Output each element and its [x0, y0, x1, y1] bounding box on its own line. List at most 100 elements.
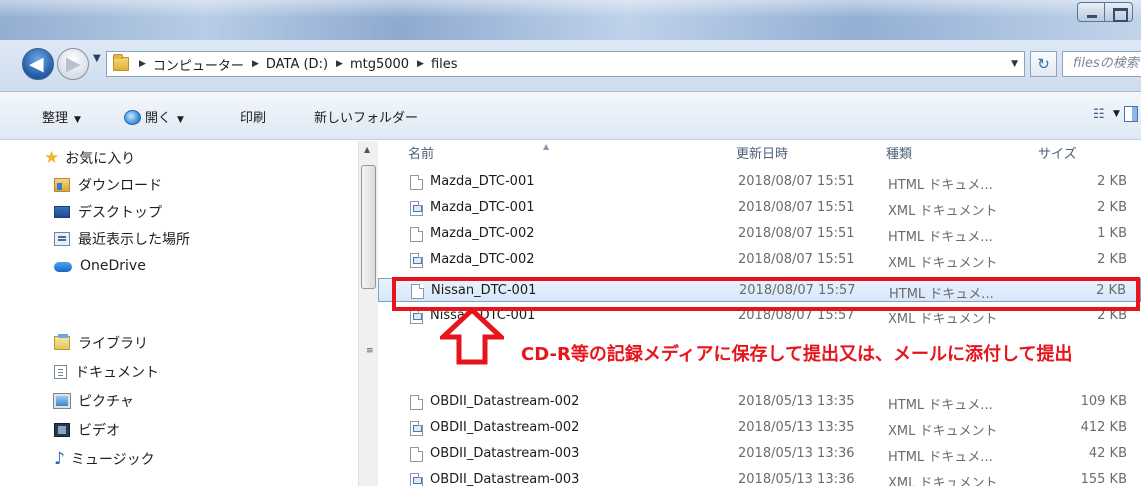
nav-documents[interactable]: ドキュメント: [54, 361, 159, 383]
sort-ascending-icon: ▲: [543, 142, 550, 151]
file-name: Mazda_DTC-002: [430, 252, 535, 267]
documents-icon: [54, 365, 67, 379]
refresh-button[interactable]: ↻: [1030, 51, 1057, 77]
print-button[interactable]: 印刷: [240, 107, 266, 126]
highlight-box: [392, 277, 1140, 311]
file-row[interactable]: Mazda_DTC-002 2018/08/07 15:51 XML ドキュメント 2…: [378, 248, 1141, 272]
libraries-icon: [54, 334, 70, 350]
file-name: OBDII_Datastream-003: [430, 446, 580, 461]
chevron-down-icon: ▼: [74, 115, 81, 125]
nav-downloads-label: ダウンロード: [78, 178, 162, 194]
column-header-type[interactable]: 種類: [886, 143, 912, 162]
file-date: 2018/08/07 15:51: [738, 252, 855, 267]
file-type: HTML ドキュメ...: [888, 178, 993, 193]
scroll-up-icon[interactable]: ▲: [364, 145, 370, 154]
file-row[interactable]: Mazda_DTC-002 2018/08/07 15:51 HTML ドキュメ..…: [378, 222, 1141, 246]
new-folder-button[interactable]: 新しいフォルダー: [314, 107, 418, 126]
file-size: 412 KB: [1080, 420, 1127, 435]
minimize-button[interactable]: [1077, 2, 1105, 22]
open-button[interactable]: 開く ▼: [124, 107, 184, 126]
scroll-thumb[interactable]: [361, 165, 376, 289]
nav-recent-label: 最近表示した場所: [78, 232, 190, 248]
nav-music[interactable]: ♪ ミュージック: [54, 448, 155, 470]
nav-documents-label: ドキュメント: [75, 365, 159, 381]
file-row[interactable]: OBDII_Datastream-003 2018/05/13 13:36 XML …: [378, 468, 1141, 486]
videos-icon: [54, 423, 70, 437]
forward-button[interactable]: ▶: [57, 48, 89, 80]
search-input[interactable]: filesの検索: [1062, 51, 1141, 77]
breadcrumb-mtg5000[interactable]: mtg5000: [350, 57, 409, 72]
file-date: 2018/08/07 15:51: [738, 174, 855, 189]
nav-libraries[interactable]: ライブラリ: [54, 332, 148, 354]
nav-pictures[interactable]: ピクチャ: [53, 390, 134, 412]
forward-arrow-icon: ▶: [66, 53, 81, 75]
file-row[interactable]: OBDII_Datastream-002 2018/05/13 13:35 XML …: [378, 416, 1141, 440]
file-name: Mazda_DTC-002: [430, 226, 535, 241]
file-size: 2 KB: [1097, 252, 1127, 267]
file-row[interactable]: Mazda_DTC-001 2018/08/07 15:51 XML ドキュメント 2…: [378, 196, 1141, 220]
onedrive-cloud-icon: [54, 262, 72, 272]
file-date: 2018/05/13 13:36: [738, 472, 855, 486]
address-row: ◀ ▶ ▼ ▶ コンピューター ▶ DATA (D:) ▶ mtg5000 ▶ …: [0, 40, 1141, 92]
html-file-icon: [410, 227, 423, 242]
nav-onedrive-label: OneDrive: [80, 258, 146, 274]
column-header-date[interactable]: 更新日時: [736, 143, 788, 162]
recent-pages-dropdown-icon[interactable]: ▼: [93, 53, 101, 64]
nav-videos[interactable]: ビデオ: [54, 419, 120, 441]
file-name: OBDII_Datastream-002: [430, 394, 580, 409]
column-header-size[interactable]: サイズ: [1038, 143, 1077, 162]
file-row[interactable]: OBDII_Datastream-003 2018/05/13 13:36 HTML…: [378, 442, 1141, 466]
file-date: 2018/05/13 13:35: [738, 394, 855, 409]
file-row[interactable]: OBDII_Datastream-002 2018/05/13 13:35 HTML…: [378, 390, 1141, 414]
folder-icon: [113, 54, 129, 71]
nav-pane-scrollbar[interactable]: ▲ ≡: [358, 141, 378, 486]
maximize-button[interactable]: [1105, 2, 1133, 22]
file-date: 2018/08/07 15:51: [738, 226, 855, 241]
breadcrumb-separator-icon[interactable]: ▶: [139, 59, 146, 69]
file-type: HTML ドキュメ...: [888, 398, 993, 413]
file-size: 155 KB: [1080, 472, 1127, 486]
file-date: 2018/08/07 15:51: [738, 200, 855, 215]
nav-videos-label: ビデオ: [78, 423, 120, 439]
recent-places-icon: [54, 232, 70, 246]
address-dropdown-icon[interactable]: ▼: [1011, 59, 1018, 69]
file-size: 1 KB: [1097, 226, 1127, 241]
breadcrumb-separator-icon[interactable]: ▶: [336, 59, 343, 69]
nav-downloads[interactable]: ダウンロード: [54, 174, 162, 196]
refresh-icon: ↻: [1037, 55, 1050, 73]
nav-favorites-label: お気に入り: [65, 151, 136, 167]
nav-recent-places[interactable]: 最近表示した場所: [54, 228, 190, 250]
file-name: Mazda_DTC-001: [430, 174, 535, 189]
organize-button[interactable]: 整理 ▼: [42, 107, 81, 126]
file-name: OBDII_Datastream-002: [430, 420, 580, 435]
nav-favorites[interactable]: ★ お気に入り: [44, 147, 135, 169]
preview-pane-icon[interactable]: [1124, 106, 1138, 122]
scroll-grip-icon: ≡: [366, 346, 374, 356]
html-file-icon: [410, 395, 423, 410]
xml-file-icon: [410, 473, 423, 486]
file-size: 2 KB: [1097, 174, 1127, 189]
pictures-icon: [53, 393, 71, 409]
nav-music-label: ミュージック: [70, 452, 155, 468]
breadcrumb-separator-icon[interactable]: ▶: [417, 59, 424, 69]
xml-file-icon: [410, 253, 423, 268]
file-type: HTML ドキュメ...: [888, 230, 993, 245]
window-controls: [1077, 2, 1133, 22]
back-button[interactable]: ◀: [22, 48, 54, 80]
breadcrumb-files[interactable]: files: [431, 57, 458, 72]
html-file-icon: [410, 175, 423, 190]
breadcrumb-drive[interactable]: DATA (D:): [266, 57, 328, 72]
nav-libraries-label: ライブラリ: [78, 336, 148, 352]
file-size: 42 KB: [1088, 446, 1127, 461]
nav-onedrive[interactable]: OneDrive: [54, 255, 146, 277]
nav-desktop[interactable]: デスクトップ: [54, 201, 162, 223]
downloads-folder-icon: [54, 178, 70, 192]
breadcrumb-separator-icon[interactable]: ▶: [252, 59, 259, 69]
chevron-down-icon[interactable]: ▼: [1113, 109, 1120, 119]
view-options-icon[interactable]: ☷: [1093, 107, 1105, 122]
file-size: 109 KB: [1080, 394, 1127, 409]
file-row[interactable]: Mazda_DTC-001 2018/08/07 15:51 HTML ドキュメ..…: [378, 170, 1141, 194]
address-bar[interactable]: ▶ コンピューター ▶ DATA (D:) ▶ mtg5000 ▶ files …: [106, 51, 1025, 77]
column-header-name[interactable]: 名前: [408, 143, 434, 162]
breadcrumb-computer[interactable]: コンピューター: [153, 55, 244, 74]
